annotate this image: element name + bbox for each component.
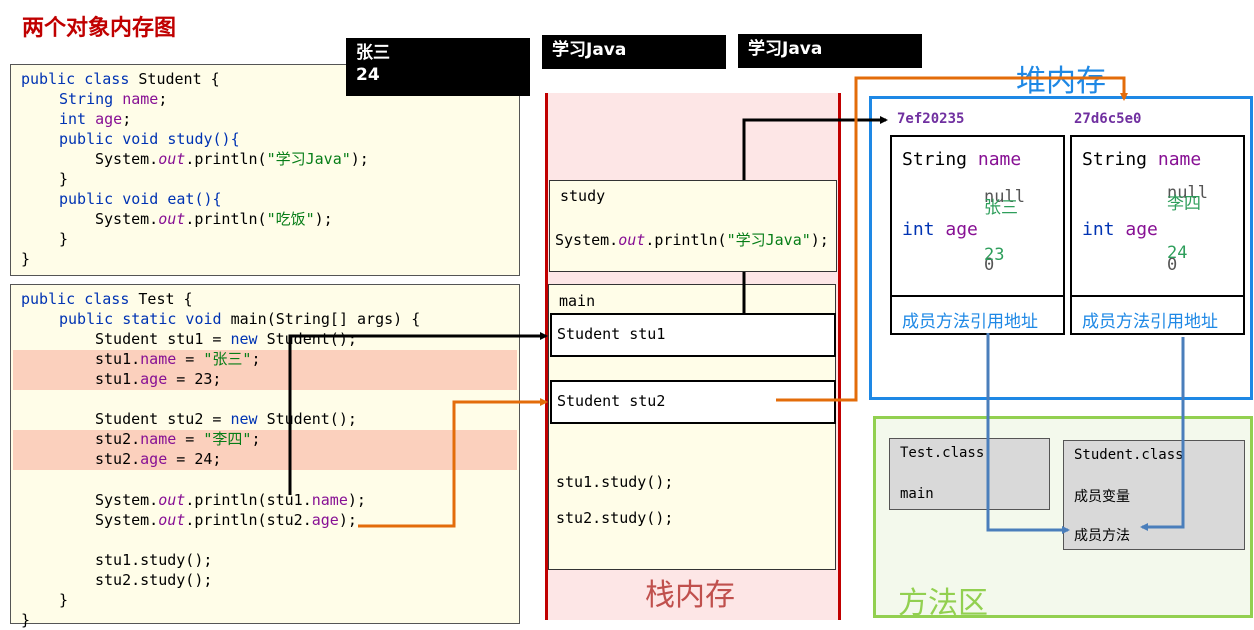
arrow-code-stu1 bbox=[288, 332, 548, 495]
arrow-methodref1 bbox=[986, 333, 1070, 534]
arrow-stu1-to-object1 bbox=[742, 120, 886, 313]
arrow-methodref2 bbox=[1140, 337, 1185, 531]
arrow-code-stu2 bbox=[358, 398, 548, 528]
connector-arrows bbox=[288, 76, 1185, 534]
arrow-stu2-to-object2 bbox=[776, 76, 1128, 402]
